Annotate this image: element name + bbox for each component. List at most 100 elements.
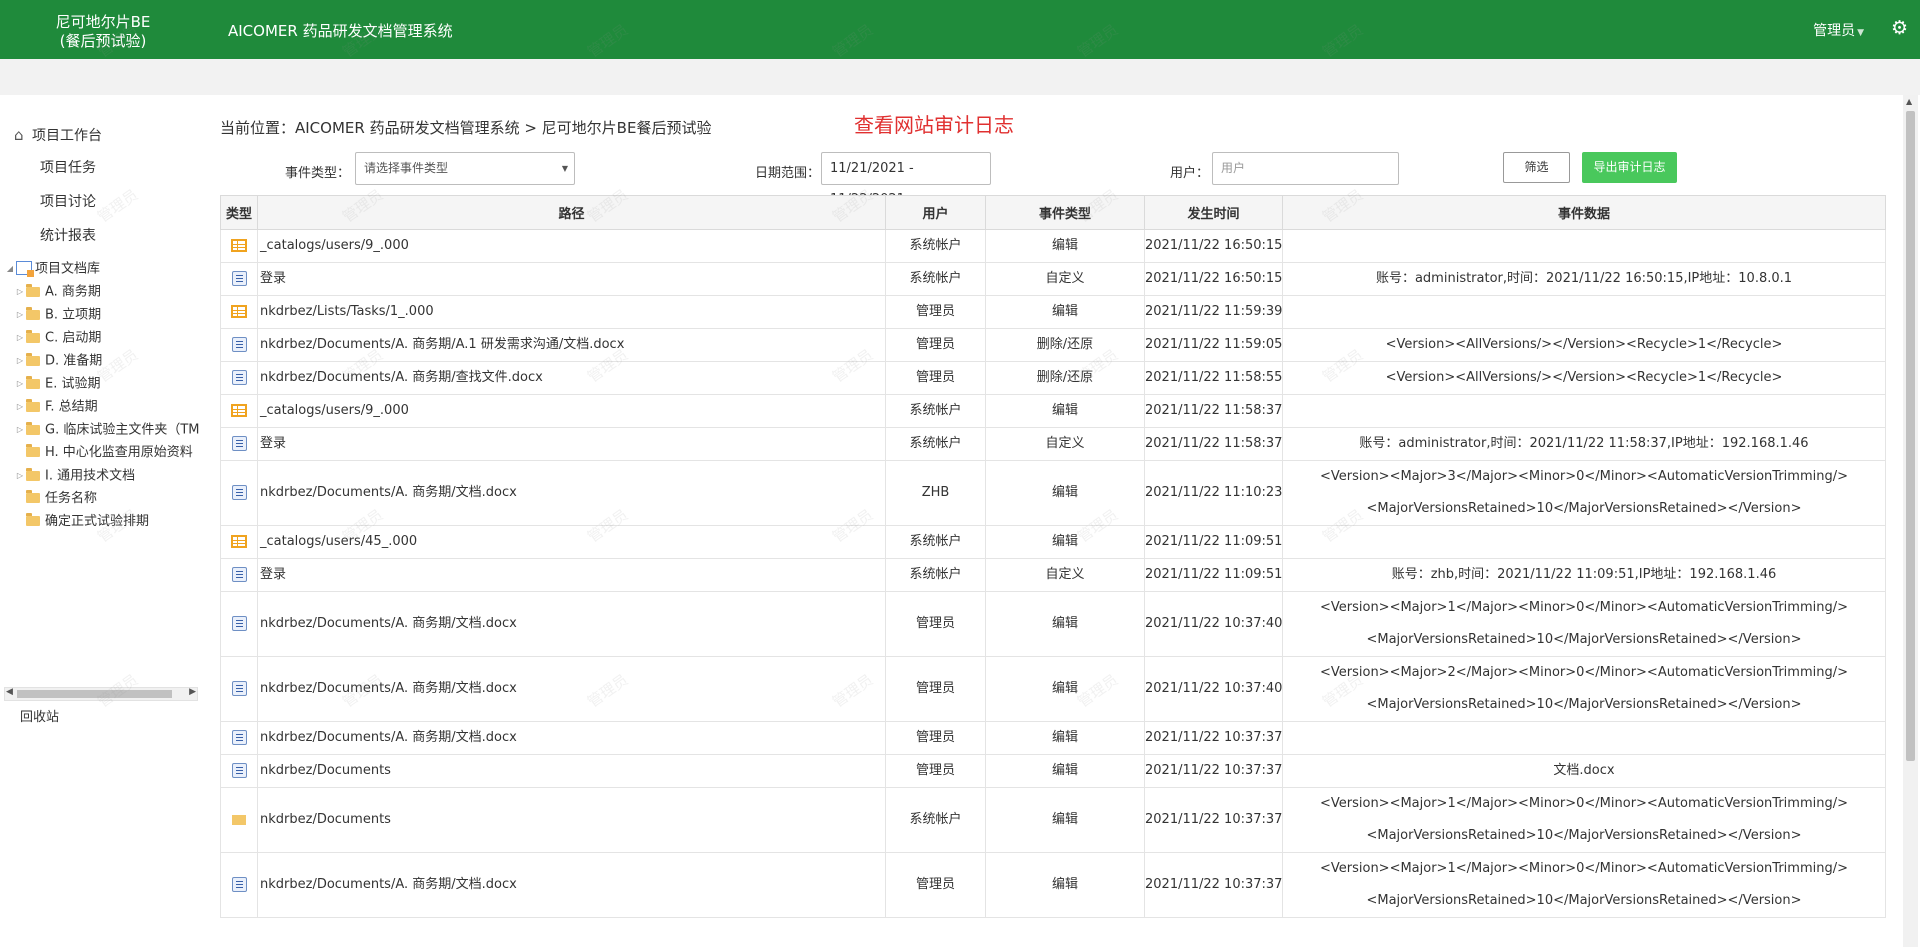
scroll-left-icon[interactable]: ◀ <box>6 687 13 697</box>
event-type-cell: 编辑 <box>985 787 1145 853</box>
nav-item-discussion[interactable]: 项目讨论 <box>40 191 96 213</box>
table-row[interactable]: nkdrbez/Documents/A. 商务期/文档.docx 管理员 编辑 202… <box>220 852 1886 918</box>
col-header-path[interactable]: 路径 <box>257 195 886 230</box>
table-row[interactable]: 登录 系统帐户 自定义 2021/11/22 16:50:15 账号：administr… <box>220 262 1886 296</box>
path-cell[interactable]: _catalogs/users/9_.000 <box>257 229 886 263</box>
tree-folder[interactable]: ▷ E. 试验期 <box>14 373 100 395</box>
tree-folder[interactable]: 任务名称 <box>14 488 97 510</box>
type-cell <box>220 460 258 526</box>
tree-label: H. 中心化监查用原始资料 <box>45 445 193 460</box>
table-row[interactable]: _catalogs/users/45_.000 系统帐户 编辑 2021/11/22 … <box>220 525 1886 559</box>
table-row[interactable]: nkdrbez/Documents 管理员 编辑 2021/11/22 10:37:3… <box>220 754 1886 788</box>
event-data-cell: <Version><Major>1</Major><Minor>0</Minor… <box>1282 852 1886 918</box>
table-row[interactable]: _catalogs/users/9_.000 系统帐户 编辑 2021/11/22 1… <box>220 394 1886 428</box>
path-cell[interactable]: nkdrbez/Documents/A. 商务期/文档.docx <box>257 852 886 918</box>
tree-folder[interactable]: H. 中心化监查用原始资料 <box>14 442 193 464</box>
audit-log-table: 类型 路径 用户 事件类型 发生时间 事件数据 _catalogs/users/… <box>220 195 1886 918</box>
table-row[interactable]: nkdrbez/Documents/A. 商务期/文档.docx ZHB 编辑 202… <box>220 460 1886 526</box>
event-type-cell: 编辑 <box>985 460 1145 526</box>
tree-folder[interactable]: ▷ A. 商务期 <box>14 281 101 303</box>
filter-button[interactable]: 筛选 <box>1503 152 1570 183</box>
col-header-user[interactable]: 用户 <box>885 195 986 230</box>
tree-folder[interactable]: ▷ G. 临床试验主文件夹（TM <box>14 419 200 441</box>
nav-item-reports[interactable]: 统计报表 <box>40 225 96 247</box>
tree-folder[interactable]: ▷ B. 立项期 <box>14 304 101 326</box>
path-cell[interactable]: nkdrbez/Documents/A. 商务期/文档.docx <box>257 591 886 657</box>
tree-label: I. 通用技术文档 <box>45 468 136 484</box>
time-cell: 2021/11/22 11:59:05 <box>1144 328 1283 362</box>
tree-folder[interactable]: ▷ I. 通用技术文档 <box>14 465 135 487</box>
expand-triangle-icon[interactable]: ▷ <box>14 327 26 349</box>
tree-library[interactable]: ◢ 项目文档库 <box>4 258 100 280</box>
type-cell <box>220 525 258 559</box>
table-row[interactable]: nkdrbez/Documents 系统帐户 编辑 2021/11/22 10:37:… <box>220 787 1886 853</box>
path-cell[interactable]: nkdrbez/Documents <box>257 787 886 853</box>
project-name[interactable]: 尼可地尔片BE (餐后预试验) <box>28 13 178 51</box>
path-cell[interactable]: nkdrbez/Documents/A. 商务期/A.1 研发需求沟通/文档.d… <box>257 328 886 362</box>
horizontal-scrollbar[interactable]: ◀ ▶ <box>4 687 198 701</box>
table-row[interactable]: _catalogs/users/9_.000 系统帐户 编辑 2021/11/22 1… <box>220 229 1886 263</box>
table-row[interactable]: nkdrbez/Documents/A. 商务期/查找文件.docx 管理员 删除/… <box>220 361 1886 395</box>
time-cell: 2021/11/22 11:58:37 <box>1144 394 1283 428</box>
tree-folder[interactable]: ▷ C. 启动期 <box>14 327 101 349</box>
nav-item-tasks[interactable]: 项目任务 <box>40 157 96 179</box>
expand-triangle-icon[interactable]: ▷ <box>14 465 26 487</box>
path-cell[interactable]: 登录 <box>257 427 886 461</box>
path-cell[interactable]: 登录 <box>257 558 886 592</box>
table-row[interactable]: nkdrbez/Documents/A. 商务期/文档.docx 管理员 编辑 202… <box>220 656 1886 722</box>
scroll-up-icon[interactable]: ▲ <box>1906 97 1912 106</box>
event-type-select[interactable]: 请选择事件类型 ▼ <box>355 152 575 185</box>
col-header-time[interactable]: 发生时间 <box>1144 195 1283 230</box>
user-input[interactable]: 用户 <box>1212 152 1399 185</box>
expand-triangle-icon[interactable]: ▷ <box>14 304 26 326</box>
date-range-input[interactable]: 11/21/2021 - 11/22/2021 <box>821 152 991 207</box>
project-name-line2: (餐后预试验) <box>59 32 147 50</box>
tree-folder[interactable]: ▷ D. 准备期 <box>14 350 102 372</box>
path-cell[interactable]: _catalogs/users/45_.000 <box>257 525 886 559</box>
path-cell[interactable]: nkdrbez/Lists/Tasks/1_.000 <box>257 295 886 329</box>
expand-triangle-icon[interactable]: ▷ <box>14 419 26 441</box>
tree-folder[interactable]: ▷ F. 总结期 <box>14 396 98 418</box>
scrollbar-thumb[interactable] <box>17 690 172 698</box>
tree-folder[interactable]: 确定正式试验排期 <box>14 511 149 533</box>
sidebar: ⌂ 项目工作台 项目任务 项目讨论 统计报表 ◢ 项目文档库 ▷ A. 商务期 ▷ B. … <box>0 95 200 947</box>
tree-label: G. 临床试验主文件夹（TM <box>45 422 200 438</box>
gear-icon[interactable]: ⚙ <box>1891 17 1908 39</box>
path-cell[interactable]: nkdrbez/Documents/A. 商务期/文档.docx <box>257 460 886 526</box>
expand-triangle-icon[interactable]: ▷ <box>14 396 26 418</box>
table-row[interactable]: nkdrbez/Lists/Tasks/1_.000 管理员 编辑 2021/11/2… <box>220 295 1886 329</box>
table-row[interactable]: 登录 系统帐户 自定义 2021/11/22 11:58:37 账号：administr… <box>220 427 1886 461</box>
document-icon <box>231 485 247 500</box>
scroll-right-icon[interactable]: ▶ <box>189 687 196 697</box>
col-header-event-type[interactable]: 事件类型 <box>985 195 1145 230</box>
user-name: 管理员 <box>1813 23 1856 39</box>
expand-triangle-icon[interactable]: ▷ <box>14 373 26 395</box>
export-audit-log-button[interactable]: 导出审计日志 <box>1582 152 1677 183</box>
path-cell[interactable]: nkdrbez/Documents <box>257 754 886 788</box>
scrollbar-thumb[interactable] <box>1906 111 1915 761</box>
user-menu[interactable]: 管理员 ▼ <box>1813 20 1864 40</box>
breadcrumb: 当前位置：AICOMER 药品研发文档管理系统 > 尼可地尔片BE餐后预试验 <box>220 119 712 137</box>
collapse-triangle-icon[interactable]: ◢ <box>4 258 16 280</box>
path-cell[interactable]: _catalogs/users/9_.000 <box>257 394 886 428</box>
col-header-event-data[interactable]: 事件数据 <box>1282 195 1886 230</box>
nav-item-recycle-bin[interactable]: 回收站 <box>20 707 59 729</box>
table-row[interactable]: 登录 系统帐户 自定义 2021/11/22 11:09:51 账号：zhb,时间：20… <box>220 558 1886 592</box>
vertical-scrollbar[interactable]: ▲ <box>1903 95 1918 947</box>
col-header-type[interactable]: 类型 <box>220 195 258 230</box>
type-cell <box>220 295 258 329</box>
time-cell: 2021/11/22 10:37:37 <box>1144 754 1283 788</box>
path-cell[interactable]: nkdrbez/Documents/A. 商务期/文档.docx <box>257 721 886 755</box>
user-cell: 系统帐户 <box>885 229 986 263</box>
tree-label: 确定正式试验排期 <box>45 514 150 529</box>
nav-item-workbench[interactable]: ⌂ 项目工作台 <box>14 124 102 146</box>
path-cell[interactable]: nkdrbez/Documents/A. 商务期/文档.docx <box>257 656 886 722</box>
table-row[interactable]: nkdrbez/Documents/A. 商务期/文档.docx 管理员 编辑 202… <box>220 591 1886 657</box>
expand-triangle-icon[interactable]: ▷ <box>14 281 26 303</box>
expand-triangle-icon[interactable]: ▷ <box>14 350 26 372</box>
user-label: 用户： <box>1170 166 1210 181</box>
table-row[interactable]: nkdrbez/Documents/A. 商务期/A.1 研发需求沟通/文档.d… <box>220 328 1886 362</box>
table-row[interactable]: nkdrbez/Documents/A. 商务期/文档.docx 管理员 编辑 202… <box>220 721 1886 755</box>
path-cell[interactable]: nkdrbez/Documents/A. 商务期/查找文件.docx <box>257 361 886 395</box>
path-cell[interactable]: 登录 <box>257 262 886 296</box>
